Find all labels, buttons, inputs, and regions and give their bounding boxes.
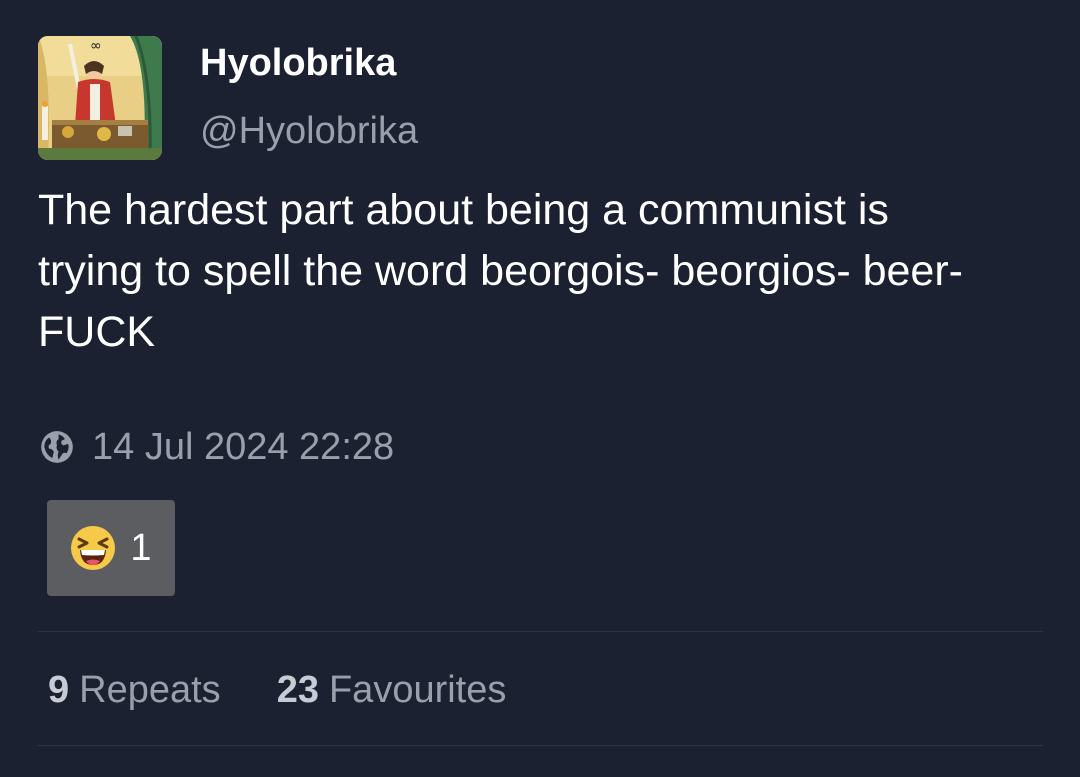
repeats-count: 9 xyxy=(48,669,70,711)
repeats-stat[interactable]: 9 Repeats xyxy=(48,664,221,716)
post-stats: 9 Repeats 23 Favourites xyxy=(48,664,506,716)
tarot-magician-avatar: ∞ xyxy=(38,36,162,160)
favourites-stat[interactable]: 23 Favourites xyxy=(277,664,507,716)
divider xyxy=(38,631,1043,632)
reaction-button[interactable]: 1 xyxy=(47,500,175,596)
avatar[interactable]: ∞ xyxy=(38,36,162,160)
reaction-count: 1 xyxy=(130,527,152,569)
author-display-name[interactable]: Hyolobrika xyxy=(200,40,396,86)
repeats-label: Repeats xyxy=(79,669,221,711)
favourites-label: Favourites xyxy=(328,669,507,711)
post-text: The hardest part about being a communist… xyxy=(38,180,1048,363)
post-meta: 14 Jul 2024 22:28 xyxy=(38,422,394,472)
author-handle[interactable]: @Hyolobrika xyxy=(200,108,418,154)
svg-text:∞: ∞ xyxy=(90,38,102,54)
post-text-line: The hardest part about being a communist… xyxy=(38,186,889,234)
divider xyxy=(38,745,1043,746)
globe-icon xyxy=(38,428,76,466)
laughing-face-emoji-icon xyxy=(70,525,116,571)
favourites-count: 23 xyxy=(276,669,319,711)
post-text-line: FUCK xyxy=(38,308,156,356)
post-timestamp[interactable]: 14 Jul 2024 22:28 xyxy=(92,426,394,469)
post-text-line: trying to spell the word beorgois- beorg… xyxy=(38,247,963,295)
